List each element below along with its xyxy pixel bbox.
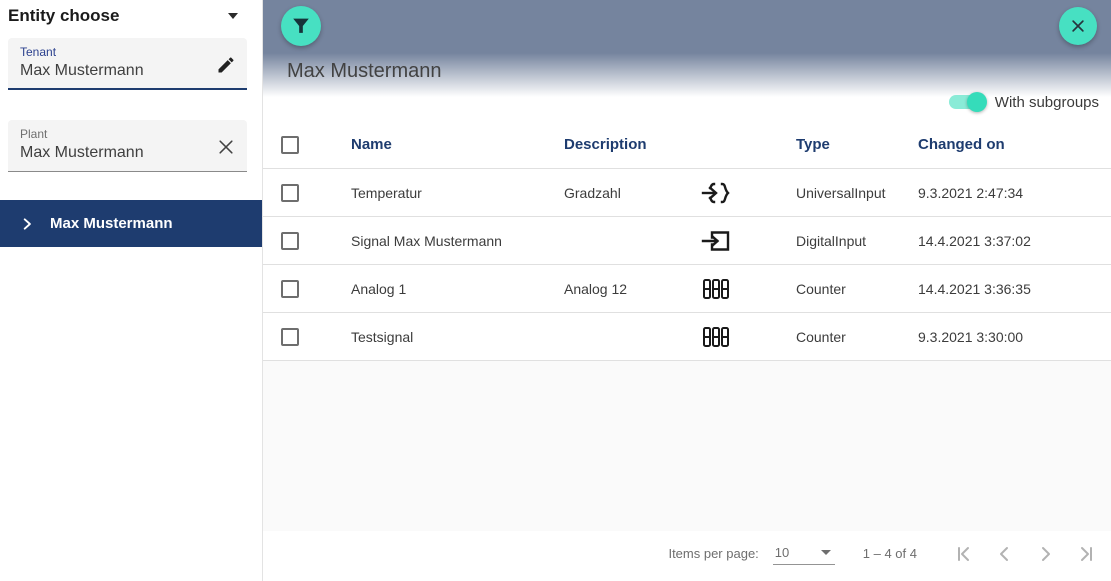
page-title: Max Mustermann [287, 60, 442, 83]
cell-type: Counter [756, 281, 918, 297]
counter-icon [702, 325, 730, 349]
cell-type: Counter [756, 329, 918, 345]
plant-field[interactable]: Plant Max Mustermann [8, 120, 247, 172]
edit-tenant-button[interactable] [213, 52, 239, 78]
column-header-name: Name [351, 136, 564, 153]
chevron-left-icon [993, 542, 1017, 566]
chevron-right-icon [1033, 542, 1057, 566]
counter-icon [702, 277, 730, 301]
table-row[interactable]: Analog 1 Analog 12 Counter 14.4.2021 3:3… [263, 265, 1111, 313]
items-per-page-value: 10 [775, 545, 789, 560]
with-subgroups-toggle[interactable] [949, 92, 985, 112]
select-caret-icon [821, 550, 831, 555]
panel-header: Max Mustermann With subgroups [263, 0, 1111, 121]
paginator-range-label: 1 – 4 of 4 [863, 546, 917, 561]
app-root: Entity choose Tenant Max Mustermann Plan… [0, 0, 1111, 581]
tenant-field-value: Max Mustermann [20, 62, 207, 80]
sidebar-header: Entity choose [0, 0, 262, 28]
close-x-icon [1069, 17, 1087, 35]
sidebar-title: Entity choose [8, 6, 119, 26]
entity-detail-panel: Max Mustermann With subgroups Name Descr… [262, 0, 1111, 581]
next-page-button[interactable] [1031, 540, 1059, 568]
cell-type: DigitalInput [756, 233, 918, 249]
cell-name: Signal Max Mustermann [351, 233, 564, 249]
column-header-changed-on: Changed on [918, 136, 1111, 153]
cell-name: Temperatur [351, 185, 564, 201]
signals-table: Name Description Type Changed on Tempera… [263, 121, 1111, 361]
collapse-caret-icon[interactable] [228, 13, 238, 19]
with-subgroups-label: With subgroups [995, 94, 1099, 111]
cell-changed-on: 9.3.2021 3:30:00 [918, 329, 1111, 345]
last-page-icon [1073, 542, 1097, 566]
previous-page-button[interactable] [991, 540, 1019, 568]
toggle-thumb [967, 92, 987, 112]
first-page-icon [953, 542, 977, 566]
select-all-checkbox[interactable] [281, 136, 299, 154]
tenant-field-label: Tenant [20, 45, 207, 59]
filter-funnel-icon [290, 15, 312, 37]
last-page-button[interactable] [1071, 540, 1099, 568]
cell-name: Testsignal [351, 329, 564, 345]
sidebar-item-max-mustermann[interactable]: Max Mustermann [0, 200, 262, 247]
cell-changed-on: 14.4.2021 3:37:02 [918, 233, 1111, 249]
entity-sidebar: Entity choose Tenant Max Mustermann Plan… [0, 0, 262, 581]
row-checkbox[interactable] [281, 232, 299, 250]
plant-field-value: Max Mustermann [20, 144, 207, 162]
close-button[interactable] [1059, 7, 1097, 45]
input-box-icon [701, 229, 731, 253]
table-row[interactable]: Signal Max Mustermann DigitalInput 14.4.… [263, 217, 1111, 265]
table-row[interactable]: Testsignal Counter 9.3.2021 3:30:00 [263, 313, 1111, 361]
tenant-field[interactable]: Tenant Max Mustermann [8, 38, 247, 90]
braces-arrow-icon [701, 181, 731, 205]
table-header-row: Name Description Type Changed on [263, 121, 1111, 169]
cell-type: UniversalInput [756, 185, 918, 201]
cell-description: Gradzahl [564, 185, 676, 201]
row-checkbox[interactable] [281, 280, 299, 298]
items-per-page-label: Items per page: [668, 546, 758, 561]
pencil-icon [216, 55, 236, 75]
clear-plant-button[interactable] [213, 134, 239, 160]
chevron-right-icon [20, 217, 34, 231]
subgroups-toggle-row: With subgroups [949, 92, 1099, 112]
sidebar-item-label: Max Mustermann [50, 215, 173, 232]
items-per-page-select[interactable]: 10 [773, 543, 835, 565]
clear-x-icon [216, 137, 236, 157]
column-header-description: Description [564, 136, 676, 153]
column-header-type: Type [756, 136, 918, 153]
table-row[interactable]: Temperatur Gradzahl UniversalInput [263, 169, 1111, 217]
cell-name: Analog 1 [351, 281, 564, 297]
cell-description: Analog 12 [564, 281, 676, 297]
table-empty-area [263, 361, 1111, 531]
filter-button[interactable] [281, 6, 321, 46]
row-checkbox[interactable] [281, 184, 299, 202]
row-checkbox[interactable] [281, 328, 299, 346]
first-page-button[interactable] [951, 540, 979, 568]
cell-changed-on: 9.3.2021 2:47:34 [918, 185, 1111, 201]
plant-field-label: Plant [20, 127, 207, 141]
cell-changed-on: 14.4.2021 3:36:35 [918, 281, 1111, 297]
paginator: Items per page: 10 1 – 4 of 4 [263, 531, 1111, 576]
